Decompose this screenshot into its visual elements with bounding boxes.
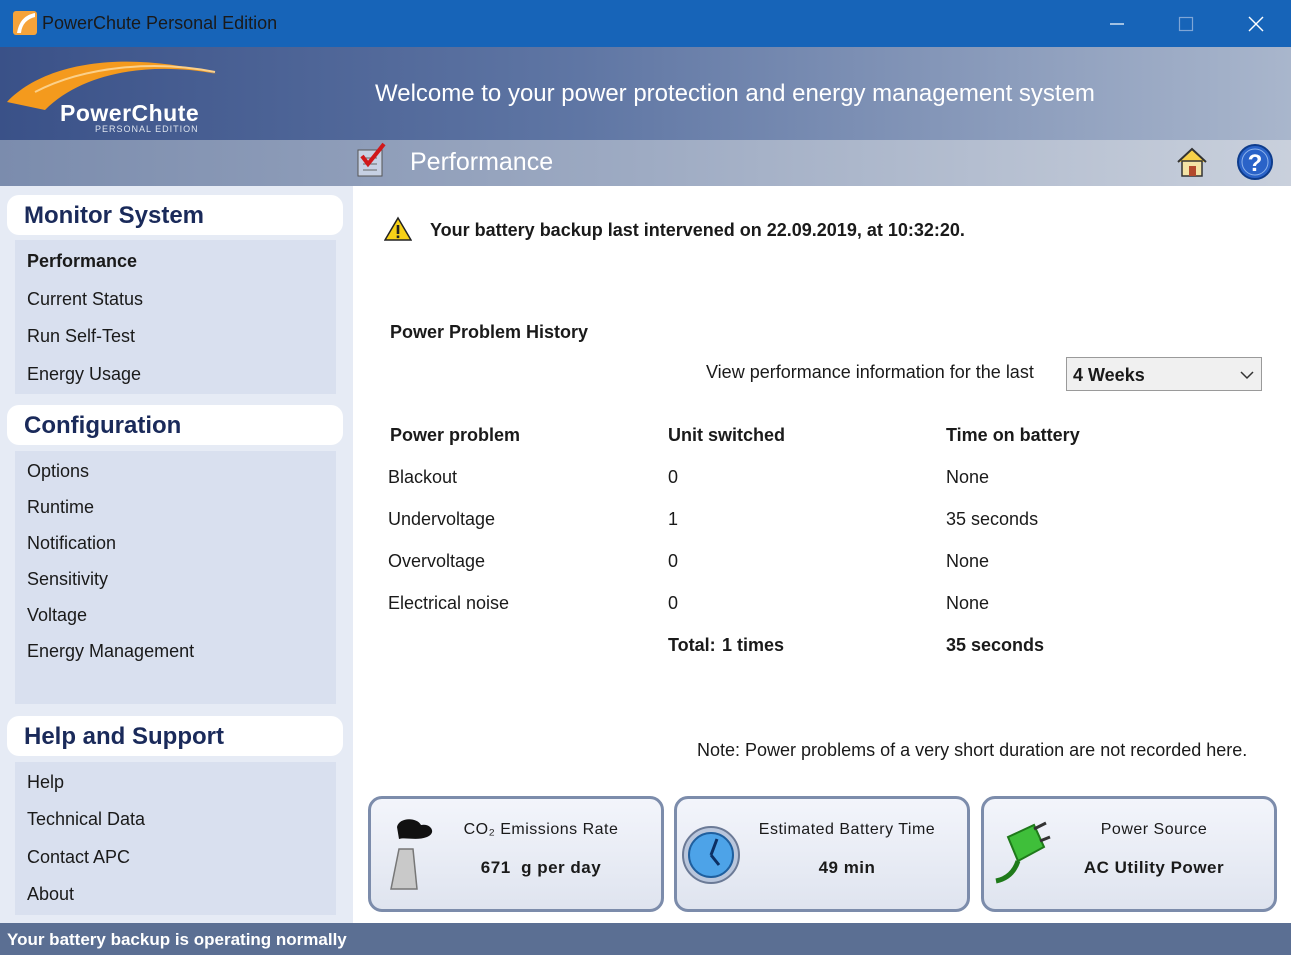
col-header-time-on-battery: Time on battery <box>946 425 1080 445</box>
minimize-button[interactable] <box>1082 0 1151 47</box>
window-title: PowerChute Personal Edition <box>42 13 278 33</box>
section-bar <box>0 140 1291 186</box>
total-label: Total: <box>668 635 716 655</box>
performance-checklist-icon <box>357 142 386 177</box>
power-plug-icon <box>995 821 1051 884</box>
battery-time-card: Estimated Battery Time 49 min <box>674 796 970 912</box>
welcome-text: Welcome to your power protection and ene… <box>375 80 1095 107</box>
row-overvoltage-time: None <box>946 551 990 571</box>
logo-subtitle: PERSONAL EDITION <box>95 124 199 134</box>
sidebar-item-technical-data[interactable]: Technical Data <box>27 809 145 830</box>
row-undervoltage-time: 35 seconds <box>946 509 1039 529</box>
status-text: Your battery backup is operating normall… <box>7 930 347 949</box>
svg-text:?: ? <box>1248 150 1263 177</box>
help-icon[interactable]: ? <box>1236 143 1274 181</box>
power-source-card: Power Source AC Utility Power <box>981 796 1277 912</box>
app-icon <box>13 11 37 35</box>
total-time-on-battery: 35 seconds <box>946 635 1045 655</box>
sidebar-item-runtime[interactable]: Runtime <box>27 497 94 518</box>
row-blackout-switched: 0 <box>668 467 679 487</box>
history-title: Power Problem History <box>390 322 589 342</box>
sidebar-item-voltage[interactable]: Voltage <box>27 605 87 626</box>
maximize-button[interactable] <box>1151 0 1220 47</box>
sidebar-item-sensitivity[interactable]: Sensitivity <box>27 569 108 590</box>
chevron-down-icon <box>1240 371 1254 380</box>
row-blackout-problem: Blackout <box>388 467 458 487</box>
co2-emissions-card: CO₂ Emissions Rate 671 g per day <box>368 796 664 912</box>
power-source-value: AC Utility Power <box>1083 858 1225 877</box>
row-undervoltage-switched: 1 <box>668 509 679 529</box>
period-select-value: 4 Weeks <box>1073 365 1145 385</box>
section-title: Performance <box>410 148 554 176</box>
co2-value: 671 g per day <box>480 858 602 877</box>
sidebar-item-performance[interactable]: Performance <box>27 251 137 272</box>
logo-text: PowerChute <box>60 100 200 126</box>
total-times: 1 times <box>722 635 785 655</box>
sidebar-item-run-self-test[interactable]: Run Self-Test <box>27 326 135 347</box>
nav-heading-help-and-support: Help and Support <box>7 716 343 756</box>
last-intervention-alert: Your battery backup last intervened on 2… <box>430 220 965 240</box>
close-icon <box>1248 16 1263 31</box>
col-header-unit-switched: Unit switched <box>668 425 786 445</box>
minimize-icon <box>1109 22 1124 25</box>
sidebar-item-notification[interactable]: Notification <box>27 533 116 554</box>
battery-time-value: 49 min <box>818 858 876 877</box>
row-blackout-time: None <box>946 467 990 487</box>
row-undervoltage-problem: Undervoltage <box>388 509 496 529</box>
battery-time-label: Estimated Battery Time <box>758 821 936 838</box>
sidebar-item-options[interactable]: Options <box>27 461 89 482</box>
view-period-label: View performance information for the las… <box>706 362 1034 382</box>
sidebar-item-contact-apc[interactable]: Contact APC <box>27 847 130 868</box>
clock-icon <box>682 826 740 884</box>
power-source-label: Power Source <box>1100 821 1208 838</box>
col-header-power-problem: Power problem <box>390 425 521 445</box>
close-button[interactable] <box>1221 0 1290 47</box>
sidebar-item-energy-usage[interactable]: Energy Usage <box>27 364 141 385</box>
row-electrical-noise-time: None <box>946 593 990 613</box>
row-overvoltage-problem: Overvoltage <box>388 551 486 571</box>
maximize-icon <box>1178 16 1193 31</box>
home-icon[interactable] <box>1175 146 1209 178</box>
sidebar-item-current-status[interactable]: Current Status <box>27 289 143 310</box>
warning-icon <box>384 216 412 241</box>
nav-heading-configuration: Configuration <box>7 405 343 445</box>
row-electrical-noise-problem: Electrical noise <box>388 593 510 613</box>
row-overvoltage-switched: 0 <box>668 551 679 571</box>
row-electrical-noise-switched: 0 <box>668 593 679 613</box>
short-duration-note: Note: Power problems of a very short dur… <box>697 740 1248 760</box>
period-select[interactable]: 4 Weeks <box>1066 357 1262 391</box>
sidebar-item-help[interactable]: Help <box>27 772 64 793</box>
sidebar-item-about[interactable]: About <box>27 884 74 905</box>
sidebar-item-energy-management[interactable]: Energy Management <box>27 641 194 662</box>
nav-heading-monitor-system: Monitor System <box>7 195 343 235</box>
co2-label: CO₂ Emissions Rate <box>463 821 619 838</box>
